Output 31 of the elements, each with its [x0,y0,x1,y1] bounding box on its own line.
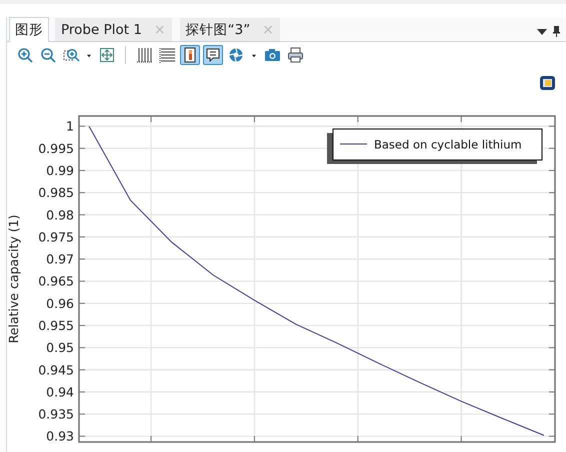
pin-icon[interactable] [553,26,560,37]
printer-icon[interactable] [285,45,305,65]
legend-label: Based on cyclable lithium [374,138,522,152]
zoom-out-icon[interactable] [38,45,58,65]
y-tick-label: 0.975 [38,229,74,244]
color-legend-icon[interactable] [180,45,200,65]
zoom-in-icon[interactable] [15,45,35,65]
y-tick-label: 0.985 [38,185,74,200]
y-tick-label: 0.93 [46,428,74,444]
y-tick-label: 0.935 [38,406,74,422]
y-axis-label: Relative capacity (1) [7,214,21,344]
y-tick-label: 0.96 [46,296,74,311]
vertical-grid-icon[interactable] [134,45,154,65]
y-tick-label: 0.945 [38,362,74,378]
y-tick-label: 0.97 [46,252,74,267]
horizontal-grid-icon[interactable] [157,45,177,65]
tab[interactable]: 探针图“3” × [180,18,280,41]
dropdown-icon[interactable] [537,28,547,34]
y-tick-label: 0.995 [38,140,74,156]
legend-icon[interactable] [203,45,223,65]
y-tick-label: 0.95 [46,340,74,356]
y-tick-label: 0.99 [46,162,74,178]
y-tick-label: 0.965 [38,274,74,289]
y-tick-label: 0.94 [46,384,74,400]
y-tick-label: 0.98 [46,207,74,222]
zoom-extents-icon[interactable] [97,45,117,65]
y-tick-label: 1 [66,118,74,134]
y-tick-label: 0.955 [38,318,74,333]
tab[interactable]: Probe Plot 1 × [55,18,172,41]
tab[interactable]: 图形 [9,17,49,42]
scene-box-icon[interactable] [540,76,555,90]
